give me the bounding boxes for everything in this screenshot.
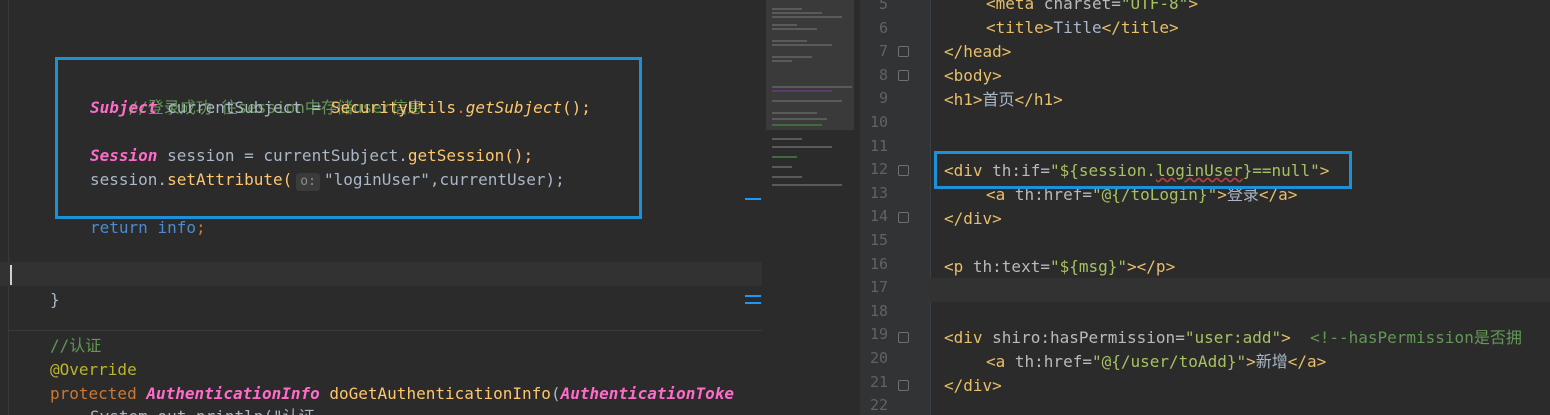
line-number: 21 [869,372,888,391]
line-number: 18 [869,301,888,320]
type-name: AuthenticationToke [560,384,734,403]
tag: < [986,0,996,13]
code-line[interactable]: <div shiro:hasPermission="user:add"> <!-… [944,326,1550,350]
comment: //认证 [50,336,102,355]
tag-name: meta [995,0,1035,13]
tag: <h1> [944,90,983,109]
code-line[interactable]: protected AuthenticationInfo doGetAuthen… [50,382,762,406]
fold-icon[interactable] [898,46,909,57]
link-text: 新增 [1255,352,1288,371]
scroll-marker [745,198,761,200]
attribute-value: "UTF-8" [1120,0,1189,13]
html-comment: <!--hasPermission是否拥 [1310,328,1522,347]
highlight-box [55,57,642,219]
line-number: 9 [878,89,888,108]
tag: </title> [1101,18,1179,37]
code-line[interactable]: <h1>首页</h1> [944,88,1550,112]
code-line[interactable]: </div> [944,207,1550,231]
tag: </h1> [1014,90,1063,109]
highlight-box [934,151,1352,189]
line-number: 17 [869,278,888,297]
text-caret [10,264,12,285]
attribute-value: "${msg}" [1049,257,1128,276]
code-line[interactable]: <body> [944,64,1550,88]
tag: <title> [986,18,1054,37]
line-number: 7 [878,42,888,61]
code-line[interactable]: <p th:text="${msg}"></p> [944,255,1550,279]
line-number: 6 [878,18,888,37]
tag: <body> [944,66,1002,85]
tag: > [1281,328,1291,347]
line-number: 11 [869,136,888,155]
tag: </a> [1287,352,1327,371]
current-line[interactable] [0,262,762,286]
tag: ></p> [1127,257,1176,276]
code-text: System.out.println("认证 [90,407,315,415]
tag: <p [944,257,964,276]
line-number: 14 [869,207,888,226]
fold-icon[interactable] [898,70,909,81]
variable: info [157,218,196,237]
fold-icon[interactable] [898,380,909,391]
minimap-viewport[interactable] [766,0,854,130]
fold-icon[interactable] [898,165,909,176]
tag: </div> [944,209,1002,228]
code-line[interactable]: //认证 [50,334,762,358]
tag: <div [944,328,983,347]
line-number: 22 [869,396,888,415]
line-number: 12 [869,160,888,179]
code-text: ; [195,218,206,237]
tag: > [1188,0,1198,13]
line-number: 13 [869,183,888,202]
keyword: return [90,218,148,237]
code-line[interactable]: <a th:href="@{/user/toAdd}">新增</a> [986,350,1550,374]
line-number: 5 [878,0,888,13]
line-number: 10 [869,113,888,131]
code-line[interactable]: </div> [944,374,1550,398]
java-editor[interactable]: //登录成功 往session中存储user信息 Subject current… [0,0,762,415]
tag: </div> [944,376,1002,395]
line-number: 19 [869,325,888,344]
code-line[interactable]: } [50,288,762,312]
fold-icon[interactable] [898,212,909,223]
line-number: 15 [869,231,888,249]
fold-icon[interactable] [898,332,909,343]
line-number: 16 [869,254,888,273]
attribute: th:href= [1005,352,1092,371]
tag: > [1246,352,1256,371]
scroll-marker [745,295,761,297]
attribute-value: "user:add" [1184,328,1282,347]
tag: </head> [944,42,1012,61]
brace: } [50,290,60,309]
code-line[interactable]: <meta charset="UTF-8"> [986,0,1550,16]
scroll-marker [745,302,761,304]
attribute-value: "@{/user/toAdd}" [1091,352,1247,371]
line-number: 20 [869,349,888,367]
type-name: AuthenticationInfo [146,384,320,403]
code-line[interactable]: System.out.println("认证 [90,405,762,415]
attribute: th:text= [963,257,1050,276]
left-gutter [0,0,9,415]
attribute: charset= [1034,0,1121,13]
code-line[interactable]: </head> [944,40,1550,64]
html-editor[interactable]: 5 6 7 8 9 10 11 12 13 14 15 16 17 18 19 20 21 22 <meta ch… [860,0,1550,415]
heading-text: 首页 [982,90,1015,109]
attribute: shiro:hasPermission= [982,328,1185,347]
code-line[interactable]: <title>Title</title> [986,16,1550,40]
keyword: protected [50,384,137,403]
annotation: @Override [50,360,137,379]
code-line[interactable]: @Override [50,358,762,382]
line-number: 8 [878,65,888,84]
method-name: doGetAuthenticationInfo [329,384,551,403]
current-line [930,278,1550,302]
method-separator [8,330,762,331]
code-minimap[interactable] [762,0,860,415]
code-line[interactable]: return info; [90,216,762,240]
code-text: ( [550,384,561,403]
title-text: Title [1053,18,1102,37]
tag: <a [986,352,1006,371]
